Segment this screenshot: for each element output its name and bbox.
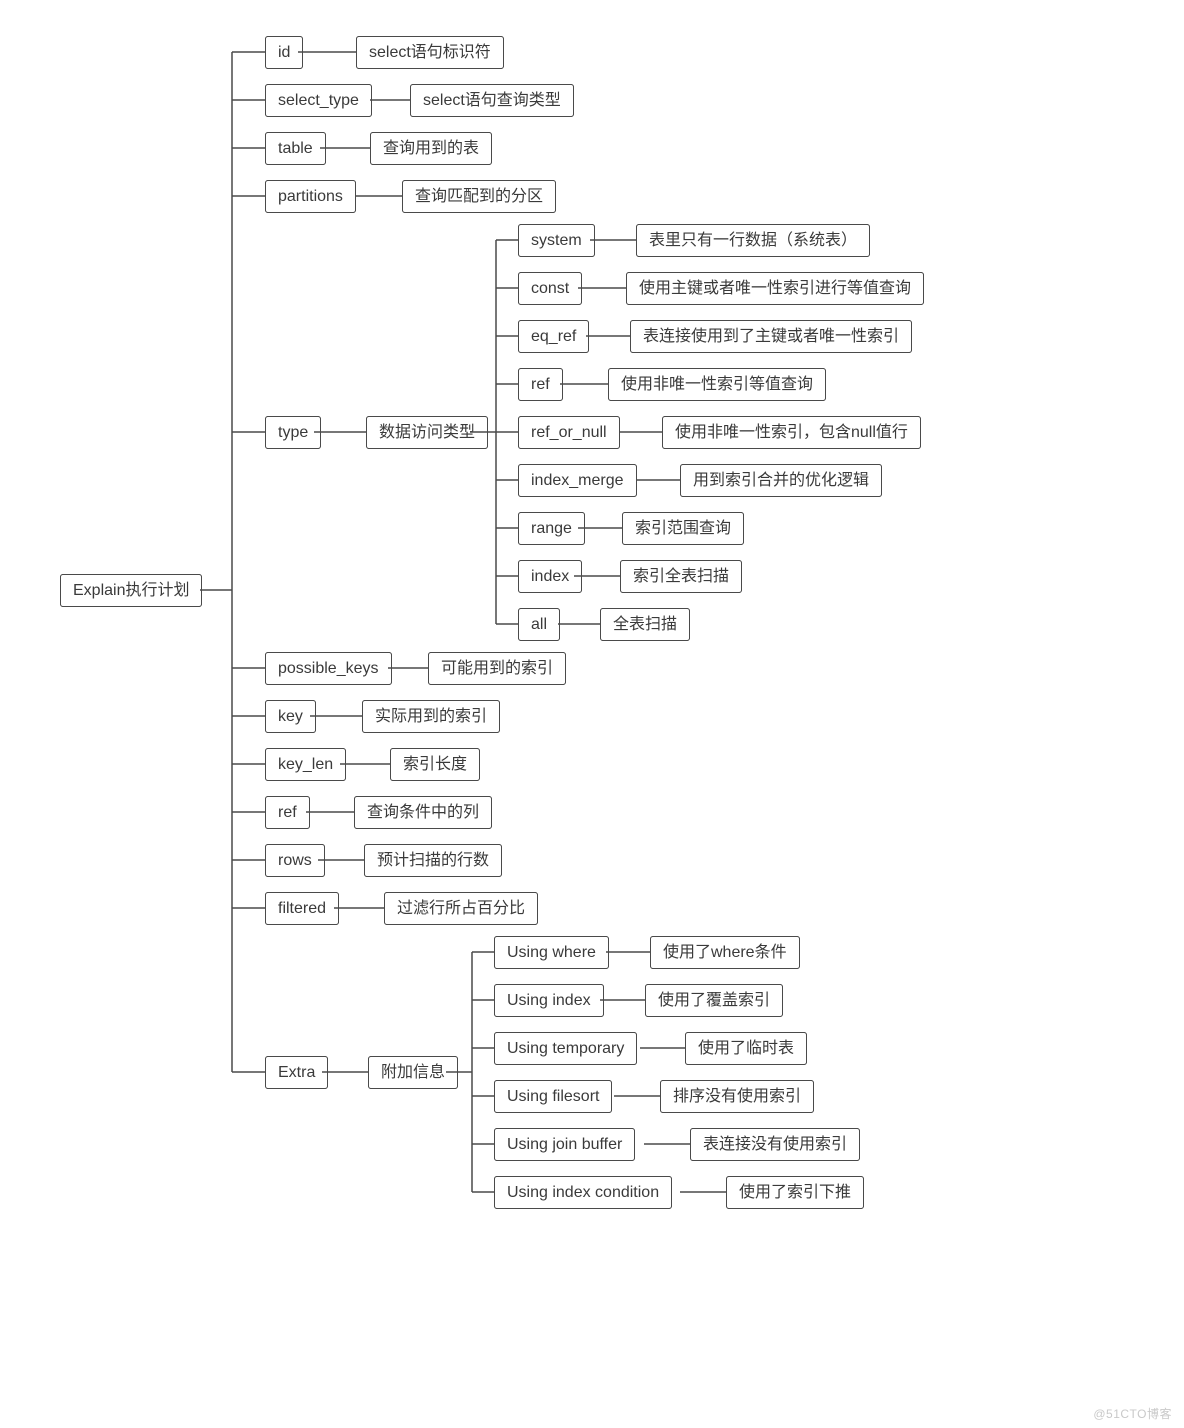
desc-key_len: 索引长度: [390, 748, 480, 781]
type-system-desc: 表里只有一行数据（系统表）: [636, 224, 870, 257]
extra-using-index: Using index: [494, 984, 604, 1017]
type-index: index: [518, 560, 582, 593]
desc-table: 查询用到的表: [370, 132, 492, 165]
extra-using-temporary-desc: 使用了临时表: [685, 1032, 807, 1065]
watermark: @51CTO博客: [1093, 1405, 1172, 1422]
desc-select_type: select语句查询类型: [410, 84, 574, 117]
type-index-desc: 索引全表扫描: [620, 560, 742, 593]
type-index_merge: index_merge: [518, 464, 637, 497]
extra-using-where: Using where: [494, 936, 609, 969]
child-extra: Extra: [265, 1056, 328, 1089]
extra-using-temporary: Using temporary: [494, 1032, 637, 1065]
child-partitions: partitions: [265, 180, 356, 213]
extra-using-filesort-desc: 排序没有使用索引: [660, 1080, 814, 1113]
type-all: all: [518, 608, 560, 641]
extra-using-where-desc: 使用了where条件: [650, 936, 800, 969]
desc-type: 数据访问类型: [366, 416, 488, 449]
child-ref2: ref: [265, 796, 310, 829]
extra-using-filesort: Using filesort: [494, 1080, 612, 1113]
child-key: key: [265, 700, 316, 733]
type-system: system: [518, 224, 595, 257]
type-ref_or_null: ref_or_null: [518, 416, 620, 449]
extra-using-index-condition-desc: 使用了索引下推: [726, 1176, 864, 1209]
desc-key: 实际用到的索引: [362, 700, 500, 733]
type-all-desc: 全表扫描: [600, 608, 690, 641]
type-range-desc: 索引范围查询: [622, 512, 744, 545]
type-eq_ref: eq_ref: [518, 320, 589, 353]
child-possible_keys: possible_keys: [265, 652, 392, 685]
desc-rows: 预计扫描的行数: [364, 844, 502, 877]
type-ref-desc: 使用非唯一性索引等值查询: [608, 368, 826, 401]
desc-ref2: 查询条件中的列: [354, 796, 492, 829]
root-node: Explain执行计划: [60, 574, 202, 607]
desc-extra: 附加信息: [368, 1056, 458, 1089]
type-eq_ref-desc: 表连接使用到了主键或者唯一性索引: [630, 320, 912, 353]
type-const: const: [518, 272, 582, 305]
child-filtered: filtered: [265, 892, 339, 925]
desc-filtered: 过滤行所占百分比: [384, 892, 538, 925]
child-table: table: [265, 132, 326, 165]
connector-lines: [0, 0, 1184, 1428]
desc-partitions: 查询匹配到的分区: [402, 180, 556, 213]
desc-id: select语句标识符: [356, 36, 504, 69]
child-type: type: [265, 416, 321, 449]
extra-using-index-condition: Using index condition: [494, 1176, 672, 1209]
type-const-desc: 使用主键或者唯一性索引进行等值查询: [626, 272, 924, 305]
type-range: range: [518, 512, 585, 545]
child-select_type: select_type: [265, 84, 372, 117]
extra-using-join-buffer-desc: 表连接没有使用索引: [690, 1128, 860, 1161]
extra-using-join-buffer: Using join buffer: [494, 1128, 635, 1161]
type-ref: ref: [518, 368, 563, 401]
type-ref_or_null-desc: 使用非唯一性索引，包含null值行: [662, 416, 921, 449]
extra-using-index-desc: 使用了覆盖索引: [645, 984, 783, 1017]
desc-possible_keys: 可能用到的索引: [428, 652, 566, 685]
child-rows: rows: [265, 844, 325, 877]
child-key_len: key_len: [265, 748, 346, 781]
type-index_merge-desc: 用到索引合并的优化逻辑: [680, 464, 882, 497]
child-id: id: [265, 36, 303, 69]
